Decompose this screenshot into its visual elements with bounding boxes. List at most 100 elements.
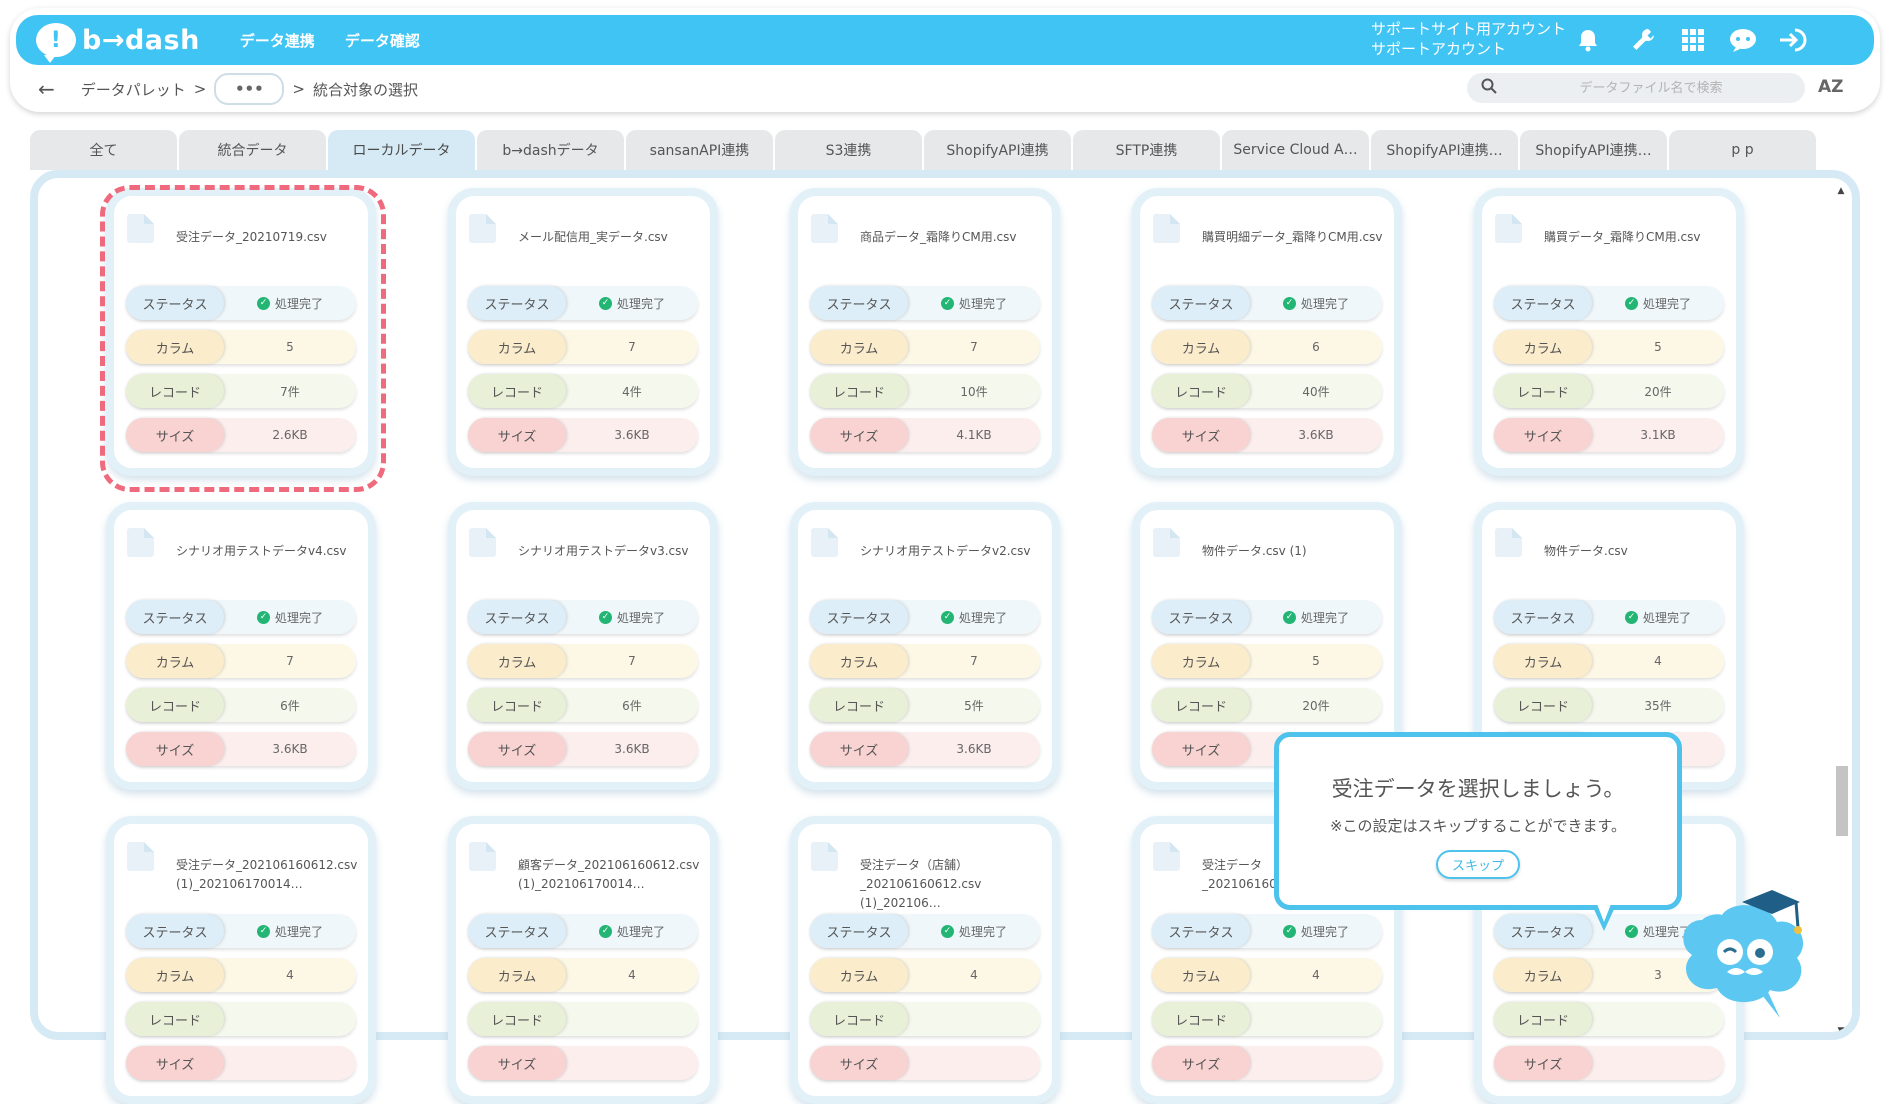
column-row: カラム 4 bbox=[126, 958, 356, 992]
status-label: ステータス bbox=[1494, 600, 1592, 634]
tab-all[interactable]: 全て bbox=[30, 130, 177, 170]
column-row: カラム 7 bbox=[810, 644, 1040, 678]
status-label: ステータス bbox=[468, 286, 566, 320]
file-icon bbox=[1494, 520, 1528, 558]
file-card[interactable]: 顧客データ_202106160612.csv (1)_202106170014…… bbox=[448, 816, 718, 1104]
file-card[interactable]: シナリオ用テストデータv2.csv ステータス ✓ 処理完了 カラム 7 レコード 5件 サイズ… bbox=[790, 502, 1060, 790]
record-row: レコード bbox=[126, 1002, 356, 1036]
file-name: シナリオ用テストデータv4.csv bbox=[176, 544, 347, 558]
check-circle-icon: ✓ bbox=[940, 610, 954, 624]
account-info[interactable]: サポートサイト用アカウント サポートアカウント bbox=[1371, 19, 1566, 59]
record-row: レコード bbox=[810, 1002, 1040, 1036]
file-name: 顧客データ_202106160612.csv (1)_202106170014… bbox=[518, 858, 700, 891]
sort-az-button[interactable]: AZ bbox=[1818, 77, 1843, 97]
record-value: 5件 bbox=[964, 698, 984, 713]
status-label: ステータス bbox=[126, 286, 224, 320]
file-card[interactable]: 受注データ（店舗）_202106160612.csv (1)_202106… ステ… bbox=[790, 816, 1060, 1104]
record-label: レコード bbox=[1494, 1002, 1592, 1036]
tab-bdash-data[interactable]: b→dashデータ bbox=[477, 130, 624, 170]
file-icon bbox=[1152, 834, 1186, 872]
column-label: カラム bbox=[1494, 644, 1592, 678]
search-input[interactable] bbox=[1497, 79, 1805, 97]
chat-icon[interactable] bbox=[1726, 25, 1760, 55]
top-navigation-bar: ! b→dash データ連携 データ確認 サポートサイト用アカウント サポートア… bbox=[16, 15, 1874, 65]
column-value: 5 bbox=[1654, 340, 1662, 354]
tab-bar: 全て 統合データ ローカルデータ b→dashデータ sansanAPI連携 S… bbox=[30, 130, 1818, 170]
file-name: 受注データ（店舗）_202106160612.csv (1)_202106… bbox=[860, 858, 982, 910]
record-label: レコード bbox=[1152, 1002, 1250, 1036]
file-card[interactable]: メール配信用_実データ.csv ステータス ✓ 処理完了 カラム 7 レコード 4件 サイズ 3.… bbox=[448, 188, 718, 476]
check-circle-icon: ✓ bbox=[940, 924, 954, 938]
scroll-up-icon[interactable]: ▲ bbox=[1834, 186, 1848, 196]
status-label: ステータス bbox=[126, 914, 224, 948]
record-label: レコード bbox=[1152, 688, 1250, 722]
wrench-icon[interactable] bbox=[1626, 25, 1660, 55]
file-card[interactable]: シナリオ用テストデータv3.csv ステータス ✓ 処理完了 カラム 7 レコード 6件 サイズ… bbox=[448, 502, 718, 790]
size-label: サイズ bbox=[126, 1046, 224, 1080]
tab-sansan-api[interactable]: sansanAPI連携 bbox=[626, 130, 773, 170]
column-label: カラム bbox=[468, 958, 566, 992]
tab-shopify-api-2[interactable]: ShopifyAPI連携… bbox=[1371, 130, 1518, 170]
size-label: サイズ bbox=[468, 1046, 566, 1080]
tab-service-cloud[interactable]: Service Cloud A… bbox=[1222, 130, 1369, 170]
column-label: カラム bbox=[126, 330, 224, 364]
file-name: メール配信用_実データ.csv bbox=[518, 230, 668, 244]
status-value: ✓ 処理完了 bbox=[566, 609, 698, 626]
size-label: サイズ bbox=[810, 418, 908, 452]
record-label: レコード bbox=[810, 374, 908, 408]
bdash-logo[interactable]: ! b→dash bbox=[36, 23, 200, 63]
status-row: ステータス ✓ 処理完了 bbox=[126, 286, 356, 320]
size-value: 3.6KB bbox=[1298, 428, 1334, 442]
status-row: ステータス ✓ 処理完了 bbox=[1152, 914, 1382, 948]
tab-integrated-data[interactable]: 統合データ bbox=[179, 130, 326, 170]
record-row: レコード 5件 bbox=[810, 688, 1040, 722]
scrollbar[interactable]: ▲ ▼ bbox=[1834, 186, 1848, 1032]
column-row: カラム 7 bbox=[468, 644, 698, 678]
status-row: ステータス ✓ 処理完了 bbox=[126, 600, 356, 634]
tab-pp[interactable]: p p bbox=[1669, 130, 1816, 170]
logout-icon[interactable] bbox=[1776, 25, 1810, 55]
size-row: サイズ 3.1KB bbox=[1494, 418, 1724, 452]
record-row: レコード 6件 bbox=[468, 688, 698, 722]
tab-sftp[interactable]: SFTP連携 bbox=[1073, 130, 1220, 170]
tab-shopify-api-3[interactable]: ShopifyAPI連携… bbox=[1520, 130, 1667, 170]
nav-data-check[interactable]: データ確認 bbox=[345, 30, 420, 51]
file-card[interactable]: 購買明細データ_霜降りCM用.csv ステータス ✓ 処理完了 カラム 6 レコード 40件サ… bbox=[1132, 188, 1402, 476]
tab-local-data[interactable]: ローカルデータ bbox=[328, 130, 475, 170]
size-row: サイズ bbox=[1152, 1046, 1382, 1080]
file-card[interactable]: 受注データ_20210719.csv ステータス ✓ 処理完了 カラム 5 レコード 7件 サイ… bbox=[106, 188, 376, 476]
file-card[interactable]: 商品データ_霜降りCM用.csv ステータス ✓ 処理完了 カラム 7 レコード 10件 サイズ… bbox=[790, 188, 1060, 476]
column-row: カラム 4 bbox=[810, 958, 1040, 992]
record-label: レコード bbox=[126, 688, 224, 722]
tab-s3[interactable]: S3連携 bbox=[775, 130, 922, 170]
breadcrumb-ellipsis-button[interactable]: ••• bbox=[214, 73, 285, 105]
breadcrumb-data-palette[interactable]: データパレット bbox=[81, 79, 186, 100]
size-value: 2.6KB bbox=[272, 428, 308, 442]
file-card[interactable]: 受注データ_202106160612.csv (1)_202106170014…… bbox=[106, 816, 376, 1104]
size-label: サイズ bbox=[1494, 1046, 1592, 1080]
back-arrow-icon[interactable]: ← bbox=[38, 77, 55, 101]
size-row: サイズ 4.1KB bbox=[810, 418, 1040, 452]
bell-icon[interactable] bbox=[1571, 25, 1605, 55]
file-name: 受注データ_202106160612.csv (1)_202106170014… bbox=[176, 858, 358, 891]
column-label: カラム bbox=[126, 644, 224, 678]
scroll-down-icon[interactable]: ▼ bbox=[1834, 1026, 1848, 1032]
status-text: 処理完了 bbox=[1642, 610, 1691, 625]
record-value: 4件 bbox=[622, 384, 642, 399]
nav-data-integration[interactable]: データ連携 bbox=[240, 30, 315, 51]
tab-shopify-api[interactable]: ShopifyAPI連携 bbox=[924, 130, 1071, 170]
file-icon bbox=[126, 520, 160, 558]
column-label: カラム bbox=[810, 330, 908, 364]
scrollbar-thumb[interactable] bbox=[1836, 766, 1848, 836]
size-label: サイズ bbox=[1494, 418, 1592, 452]
size-row: サイズ bbox=[810, 1046, 1040, 1080]
column-value: 7 bbox=[628, 654, 636, 668]
skip-button[interactable]: スキップ bbox=[1435, 850, 1520, 879]
column-value: 5 bbox=[1312, 654, 1320, 668]
file-icon bbox=[468, 206, 502, 244]
grid-icon[interactable] bbox=[1676, 25, 1710, 55]
file-card[interactable]: シナリオ用テストデータv4.csv ステータス ✓ 処理完了 カラム 7 レコード 6件 サイズ… bbox=[106, 502, 376, 790]
file-card[interactable]: 購買データ_霜降りCM用.csv ステータス ✓ 処理完了 カラム 5 レコード 20件 サイズ… bbox=[1474, 188, 1744, 476]
check-circle-icon: ✓ bbox=[1282, 924, 1296, 938]
status-label: ステータス bbox=[810, 286, 908, 320]
